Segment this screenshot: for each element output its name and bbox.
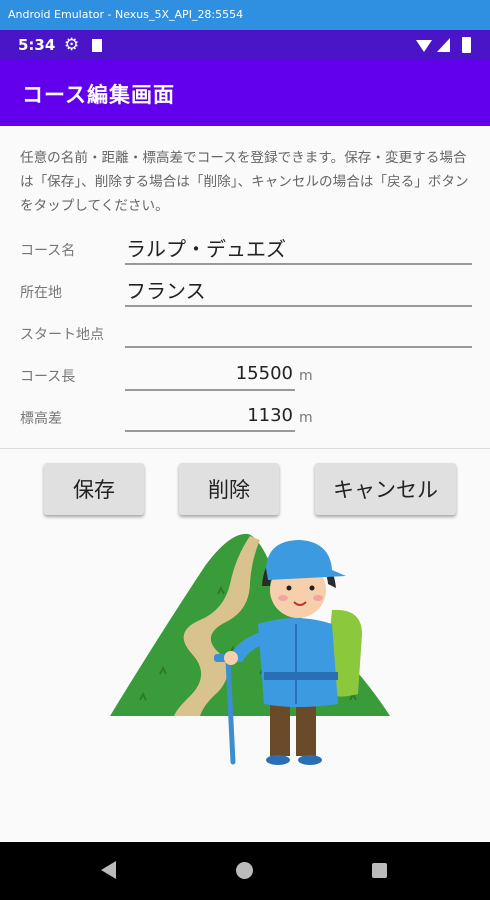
- description-text: 任意の名前・距離・標高差でコースを登録できます。保存・変更する場合は「保存」、削…: [20, 150, 469, 214]
- elevation-input[interactable]: 1130: [193, 405, 293, 426]
- save-button[interactable]: 保存: [44, 463, 144, 515]
- status-time: 5:34: [18, 36, 56, 54]
- elevation-label: 標高差: [20, 411, 62, 427]
- course-length-label: コース長: [20, 369, 76, 385]
- course-edit-form: 任意の名前・距離・標高差でコースを登録できます。保存・変更する場合は「保存」、削…: [0, 126, 490, 842]
- cancel-button[interactable]: キャンセル: [315, 463, 456, 515]
- back-icon[interactable]: [101, 861, 116, 879]
- start-point-underline: [125, 346, 472, 348]
- start-point-label: スタート地点: [20, 327, 104, 343]
- sd-card-icon: [92, 39, 102, 52]
- battery-icon: [462, 37, 471, 53]
- emulator-title-bar: Android Emulator - Nexus_5X_API_28:5554: [0, 0, 490, 30]
- course-name-input[interactable]: ラルプ・デュエズ: [126, 233, 286, 262]
- location-input[interactable]: フランス: [126, 275, 206, 304]
- gear-icon: ⚙: [64, 35, 80, 55]
- course-name-underline: [125, 263, 472, 265]
- recents-icon[interactable]: [372, 863, 387, 878]
- status-bar: 5:34 ⚙: [0, 30, 490, 60]
- elevation-unit: m: [299, 410, 313, 426]
- emulator-title: Android Emulator - Nexus_5X_API_28:5554: [8, 8, 244, 21]
- page-title: コース編集画面: [22, 83, 175, 107]
- elevation-underline: [125, 430, 295, 432]
- course-length-underline: [125, 389, 295, 391]
- divider: [0, 448, 490, 449]
- hiker-illustration: [110, 533, 390, 765]
- system-nav-bar: [0, 842, 490, 900]
- location-underline: [125, 305, 472, 307]
- home-icon[interactable]: [236, 862, 253, 879]
- jacket: [258, 618, 338, 707]
- app-bar: コース編集画面: [0, 60, 490, 126]
- course-length-unit: m: [299, 368, 313, 384]
- location-label: 所在地: [20, 285, 62, 301]
- course-name-label: コース名: [20, 243, 76, 259]
- signal-icon: [437, 38, 450, 52]
- delete-button[interactable]: 削除: [179, 463, 279, 515]
- cap: [266, 540, 346, 580]
- wifi-icon: [416, 40, 432, 52]
- course-length-input[interactable]: 15500: [193, 363, 293, 384]
